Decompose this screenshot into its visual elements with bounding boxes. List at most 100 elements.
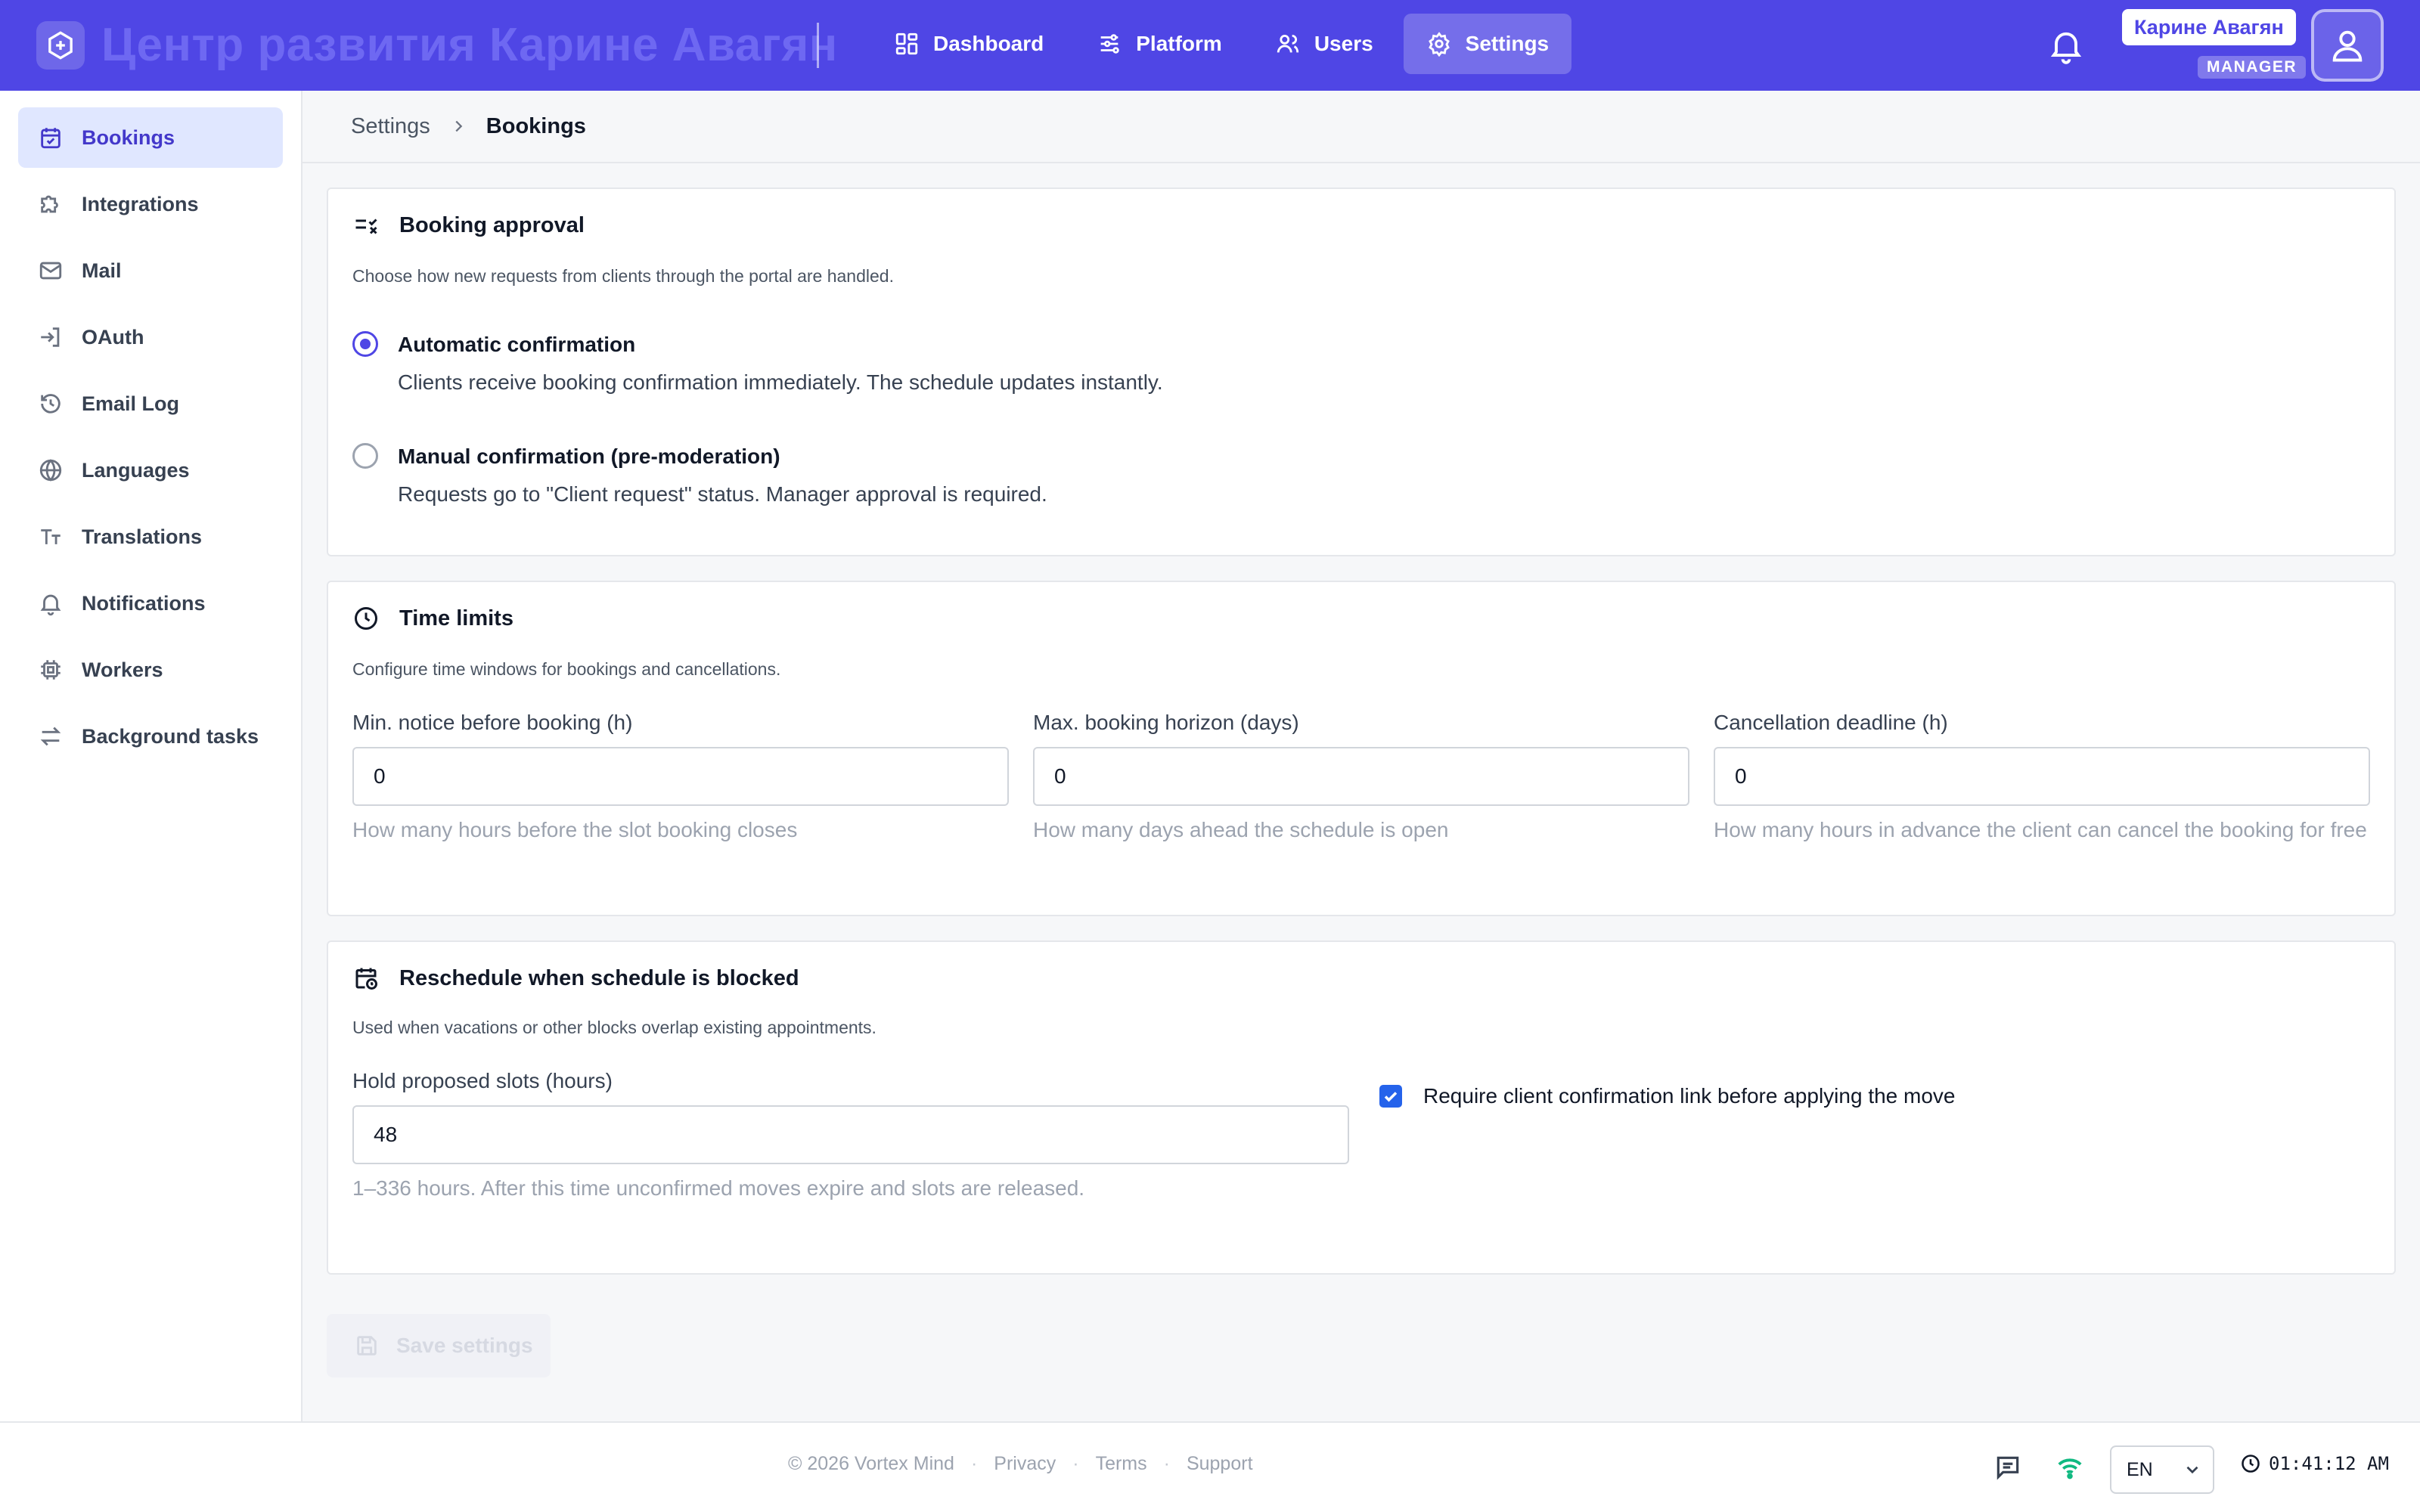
time-limits-title: Time limits (399, 606, 513, 631)
approval-option-automatic[interactable]: Automatic confirmation Clients receive b… (352, 330, 1163, 398)
globe-icon (38, 457, 64, 483)
footer-separator: · (970, 1453, 978, 1474)
manual-confirmation-description: Requests go to "Client request" status. … (398, 482, 1047, 506)
mail-icon (38, 258, 64, 284)
sidebar-item-label: Mail (82, 259, 122, 282)
user-role-badge: MANAGER (2198, 56, 2306, 79)
history-icon (38, 391, 64, 417)
sidebar-item-email-log[interactable]: Email Log (18, 373, 283, 434)
approval-option-manual[interactable]: Manual confirmation (pre-moderation) Req… (352, 442, 1047, 510)
cancellation-deadline-label: Cancellation deadline (h) (1714, 711, 1948, 734)
sidebar-item-workers[interactable]: Workers (18, 640, 283, 700)
bell-icon (38, 590, 64, 616)
cancellation-deadline-help: How many hours in advance the client can… (1714, 818, 2367, 841)
cpu-icon (38, 657, 64, 683)
sidebar-item-background-tasks[interactable]: Background tasks (18, 706, 283, 767)
breadcrumb-settings-link[interactable]: Settings (351, 114, 430, 139)
sidebar-item-label: Email Log (82, 392, 180, 415)
sidebar-item-translations[interactable]: Translations (18, 507, 283, 567)
footer-separator: · (1163, 1453, 1170, 1474)
footer-links: © 2026 Vortex Mind · Privacy · Terms · S… (788, 1453, 1253, 1475)
sidebar-item-label: Workers (82, 658, 163, 681)
sidebar-list: Bookings Integrations Mail OAuth Email L… (18, 107, 283, 773)
user-avatar-button[interactable] (2311, 9, 2384, 82)
manual-confirmation-label: Manual confirmation (pre-moderation) (398, 445, 780, 468)
terms-link[interactable]: Terms (1096, 1453, 1147, 1475)
sidebar-item-oauth[interactable]: OAuth (18, 307, 283, 367)
cancellation-deadline-field: Cancellation deadline (h) 0 How many hou… (1714, 708, 2370, 842)
footer-clock: 01:41:12 AM (2240, 1453, 2389, 1474)
manual-confirmation-radio[interactable] (352, 443, 378, 469)
breadcrumb: Settings Bookings (302, 91, 2420, 163)
chat-icon[interactable] (1993, 1453, 2022, 1482)
chevron-down-icon (2183, 1460, 2202, 1479)
reschedule-description: Used when vacations or other blocks over… (352, 1018, 876, 1037)
min-notice-label: Min. notice before booking (h) (352, 711, 633, 734)
users-icon (1275, 31, 1301, 57)
hold-slots-field: Hold proposed slots (hours) 48 1–336 hou… (352, 1066, 1349, 1201)
nav-settings-label: Settings (1465, 32, 1550, 55)
notifications-bell-icon[interactable] (2046, 26, 2086, 65)
settings-sidebar: Bookings Integrations Mail OAuth Email L… (0, 91, 302, 1421)
nav-platform-label: Platform (1136, 32, 1222, 55)
puzzle-icon (38, 191, 64, 217)
sliders-icon (1097, 31, 1122, 57)
text-size-icon (38, 524, 64, 550)
save-icon (354, 1333, 380, 1359)
time-limits-description: Configure time windows for bookings and … (352, 659, 781, 679)
calendar-check-icon (38, 125, 64, 150)
gear-icon (1426, 31, 1452, 57)
require-link-checkbox[interactable] (1379, 1085, 1402, 1108)
sidebar-item-integrations[interactable]: Integrations (18, 174, 283, 234)
save-settings-button[interactable]: Save settings (327, 1314, 551, 1377)
max-horizon-input[interactable]: 0 (1033, 747, 1689, 806)
sidebar-item-languages[interactable]: Languages (18, 440, 283, 500)
booking-approval-header: Booking approval (352, 212, 585, 239)
sidebar-item-label: Integrations (82, 192, 199, 215)
cancellation-deadline-input[interactable]: 0 (1714, 747, 2370, 806)
grid-icon (894, 31, 920, 57)
nav-dashboard[interactable]: Dashboard (871, 14, 1066, 74)
app-logo-icon[interactable] (36, 21, 85, 70)
language-select[interactable]: EN (2110, 1445, 2214, 1494)
top-bar: Центр развития Карине Авагян Dashboard P… (0, 0, 2420, 91)
hold-slots-input[interactable]: 48 (352, 1105, 1349, 1164)
time-limits-card: Time limits Configure time windows for b… (327, 581, 2396, 916)
require-link-label: Require client confirmation link before … (1423, 1084, 1956, 1108)
title-divider (817, 23, 819, 68)
automatic-confirmation-radio[interactable] (352, 331, 378, 357)
sidebar-item-label: Languages (82, 458, 190, 482)
clock-icon (352, 605, 380, 632)
min-notice-input[interactable]: 0 (352, 747, 1009, 806)
sidebar-item-notifications[interactable]: Notifications (18, 573, 283, 634)
support-link[interactable]: Support (1187, 1453, 1253, 1475)
privacy-link[interactable]: Privacy (994, 1453, 1056, 1475)
user-icon (2328, 26, 2367, 65)
sidebar-item-mail[interactable]: Mail (18, 240, 283, 301)
user-name: Карине Авагян (2122, 9, 2296, 45)
checkmark-icon (1382, 1087, 1400, 1105)
footer: © 2026 Vortex Mind · Privacy · Terms · S… (0, 1421, 2420, 1512)
app-title: Центр развития Карине Авагян (101, 19, 838, 71)
booking-approval-card: Booking approval Choose how new requests… (327, 187, 2396, 556)
require-link-option[interactable]: Require client confirmation link before … (1379, 1084, 1956, 1108)
language-value: EN (2127, 1458, 2153, 1480)
sidebar-item-label: OAuth (82, 325, 144, 349)
nav-settings[interactable]: Settings (1403, 14, 1572, 74)
hold-slots-help: 1–336 hours. After this time unconfirmed… (352, 1176, 1085, 1200)
sidebar-item-label: Translations (82, 525, 203, 548)
nav-users[interactable]: Users (1252, 14, 1396, 74)
max-horizon-field: Max. booking horizon (days) 0 How many d… (1033, 708, 1689, 842)
hold-slots-label: Hold proposed slots (hours) (352, 1069, 613, 1092)
breadcrumb-current: Bookings (486, 113, 586, 138)
booking-approval-title: Booking approval (399, 212, 585, 237)
sidebar-item-label: Notifications (82, 591, 206, 615)
reschedule-card: Reschedule when schedule is blocked Used… (327, 940, 2396, 1275)
login-icon (38, 324, 64, 350)
list-check-icon (352, 212, 380, 239)
sidebar-item-bookings[interactable]: Bookings (18, 107, 283, 168)
min-notice-field: Min. notice before booking (h) 0 How man… (352, 708, 1009, 842)
nav-platform[interactable]: Platform (1074, 14, 1245, 74)
max-horizon-label: Max. booking horizon (days) (1033, 711, 1299, 734)
calendar-clock-icon (352, 965, 380, 992)
